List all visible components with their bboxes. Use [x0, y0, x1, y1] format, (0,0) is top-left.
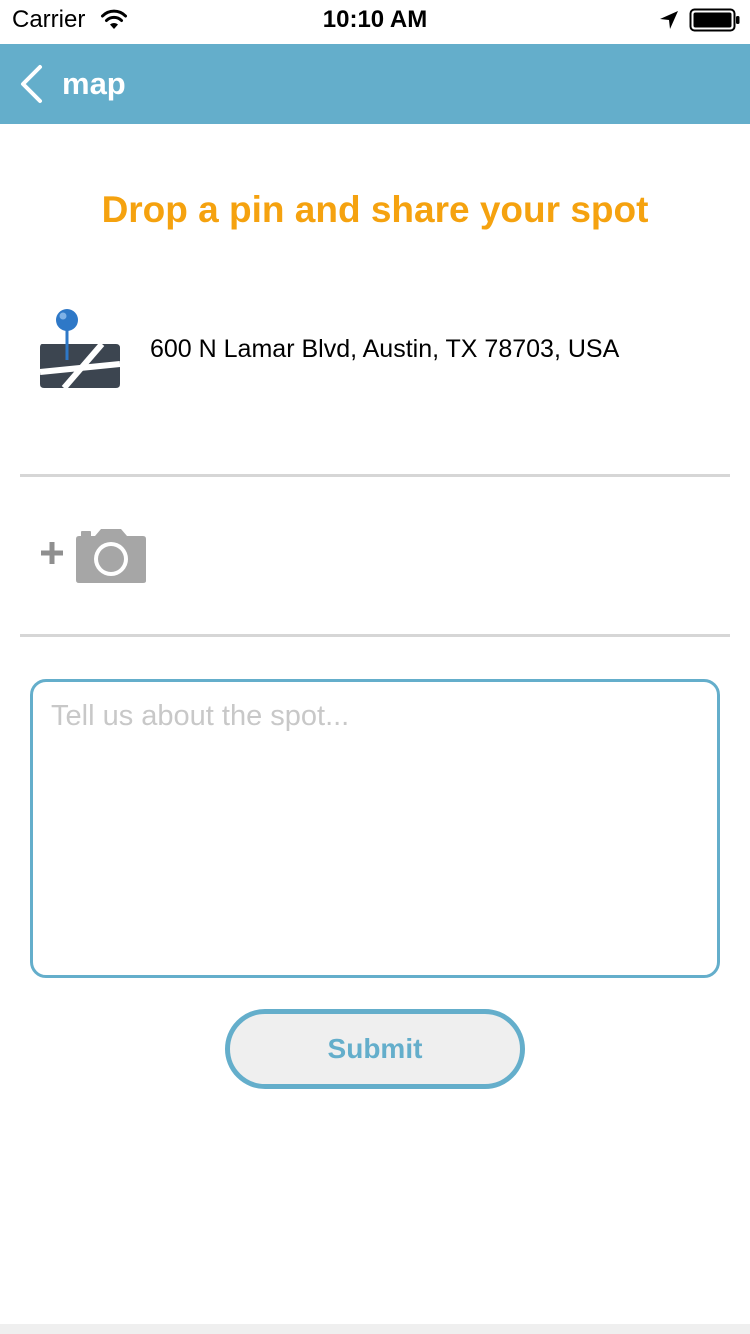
navigation-bar: map	[0, 44, 750, 124]
back-button[interactable]: map	[18, 44, 168, 124]
back-button-label: map	[62, 66, 126, 101]
location-arrow-icon	[660, 11, 678, 29]
battery-icon	[689, 8, 740, 32]
submit-button[interactable]: Submit	[225, 1009, 525, 1089]
status-time: 10:10 AM	[322, 6, 428, 33]
camera-icon	[76, 529, 146, 583]
description-textarea[interactable]	[30, 679, 720, 978]
divider	[20, 474, 730, 477]
bottom-edge	[0, 1324, 750, 1334]
divider	[20, 634, 730, 637]
address-text: 600 N Lamar Blvd, Austin, TX 78703, USA	[150, 335, 620, 363]
location-row: 600 N Lamar Blvd, Austin, TX 78703, USA	[38, 306, 728, 396]
chevron-left-icon	[21, 65, 42, 103]
plus-icon	[41, 542, 63, 564]
status-bar: Carrier 10:10 AM	[0, 0, 750, 40]
map-pin-icon	[39, 309, 121, 390]
add-photo-button[interactable]	[38, 526, 148, 586]
page-title: Drop a pin and share your spot	[101, 189, 649, 230]
